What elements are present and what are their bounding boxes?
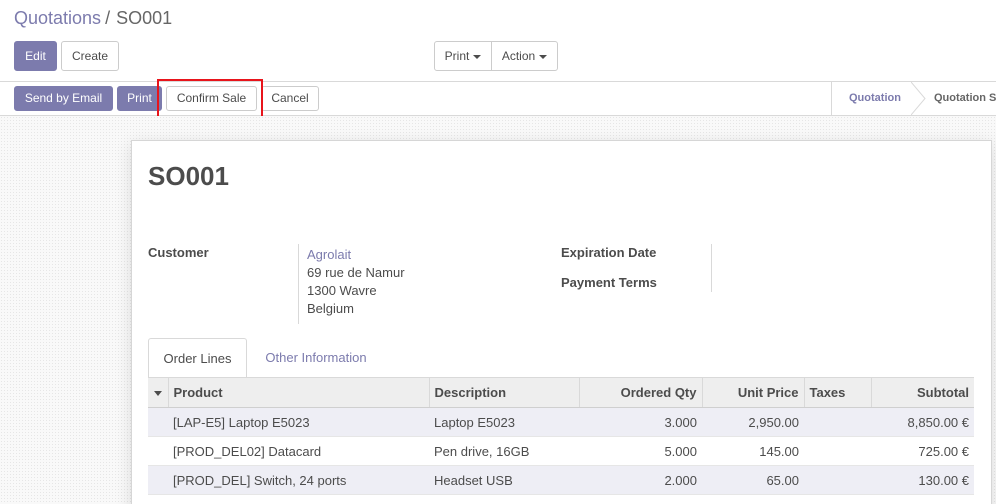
address-city: 1300 Wavre (307, 283, 377, 298)
cell-subtotal: 130.00 € (871, 465, 974, 495)
print-dropdown-label: Print (444, 49, 470, 63)
expiration-date-label: Expiration Date (561, 245, 657, 260)
send-by-email-button[interactable]: Send by Email (14, 86, 113, 111)
order-lines-table: Product Description Ordered Qty Unit Pri… (148, 377, 974, 495)
column-header-subtotal[interactable]: Subtotal (870, 377, 974, 408)
cell-product: [PROD_DEL02] Datacard (168, 436, 429, 466)
table-header-row: Product Description Ordered Qty Unit Pri… (148, 377, 974, 408)
table-row[interactable]: [PROD_DEL] Switch, 24 ports Headset USB … (148, 465, 974, 495)
cell-subtotal: 725.00 € (871, 436, 974, 466)
control-panel: Quotations / SO001 Edit Create Print Actio… (0, 0, 996, 82)
notebook-tabs: Order Lines Other Information (148, 338, 974, 378)
caret-down-icon (153, 391, 162, 397)
column-header-taxes[interactable]: Taxes (803, 377, 871, 408)
form-sheet: SO001 Customer Agrolait 69 rue de Namur … (131, 140, 992, 504)
breadcrumb: Quotations / SO001 (14, 7, 172, 29)
cell-subtotal: 8,850.00 € (871, 407, 974, 437)
column-header-product[interactable]: Product (167, 377, 429, 408)
tab-other-information[interactable]: Other Information (247, 338, 385, 378)
column-menu-toggle[interactable] (148, 377, 168, 408)
cancel-button[interactable]: Cancel (261, 86, 319, 111)
breadcrumb-current: SO001 (116, 8, 173, 28)
stage-arrow-icon (911, 82, 926, 115)
cell-unit-price: 145.00 (702, 436, 804, 466)
breadcrumb-quotations-link[interactable]: Quotations (14, 8, 101, 28)
column-header-unit-price[interactable]: Unit Price (701, 377, 804, 408)
row-spacer (148, 465, 168, 495)
form-statusbar: Send by Email Print Confirm Sale Cancel … (0, 82, 996, 116)
record-title: SO001 (148, 161, 229, 191)
stage-quotation[interactable]: Quotation (849, 82, 901, 115)
customer-link[interactable]: Agrolait (307, 247, 351, 262)
column-header-ordered-qty[interactable]: Ordered Qty (578, 377, 702, 408)
stage-quotation-sent[interactable]: Quotation S (934, 82, 996, 115)
cell-product: [PROD_DEL] Switch, 24 ports (168, 465, 429, 495)
cell-taxes (804, 407, 871, 437)
action-dropdown-button[interactable]: Action (491, 41, 558, 71)
confirm-sale-button[interactable]: Confirm Sale (166, 86, 257, 111)
action-dropdown-label: Action (501, 49, 536, 63)
create-button[interactable]: Create (61, 41, 119, 71)
print-button[interactable]: Print (117, 86, 162, 111)
cell-ordered-qty: 5.000 (579, 436, 702, 466)
chevron-down-icon (539, 54, 548, 59)
cell-unit-price: 65.00 (702, 465, 804, 495)
field-divider (298, 244, 299, 324)
cell-description: Laptop E5023 (429, 407, 579, 437)
cell-product: [LAP-E5] Laptop E5023 (168, 407, 429, 437)
chevron-down-icon (473, 54, 482, 59)
row-spacer (148, 436, 168, 466)
column-header-description[interactable]: Description (428, 377, 579, 408)
breadcrumb-separator: / (105, 8, 111, 28)
cell-taxes (804, 436, 871, 466)
cell-unit-price: 2,950.00 (702, 407, 804, 437)
print-dropdown-button[interactable]: Print (434, 41, 492, 71)
cell-description: Headset USB (429, 465, 579, 495)
row-spacer (148, 407, 168, 437)
table-row[interactable]: [PROD_DEL02] Datacard Pen drive, 16GB 5.… (148, 436, 974, 466)
form-view-background: SO001 Customer Agrolait 69 rue de Namur … (0, 116, 996, 504)
status-stages: Quotation Quotation S (831, 82, 996, 115)
address-street: 69 rue de Namur (307, 265, 405, 280)
payment-terms-label: Payment Terms (561, 275, 657, 290)
cell-ordered-qty: 3.000 (579, 407, 702, 437)
field-divider (711, 244, 712, 292)
cell-description: Pen drive, 16GB (429, 436, 579, 466)
edit-button[interactable]: Edit (14, 41, 57, 71)
address-country: Belgium (307, 301, 354, 316)
tab-order-lines[interactable]: Order Lines (148, 338, 247, 378)
table-row[interactable]: [LAP-E5] Laptop E5023 Laptop E5023 3.000… (148, 407, 974, 437)
customer-label: Customer (148, 245, 209, 260)
cell-taxes (804, 465, 871, 495)
cell-ordered-qty: 2.000 (579, 465, 702, 495)
